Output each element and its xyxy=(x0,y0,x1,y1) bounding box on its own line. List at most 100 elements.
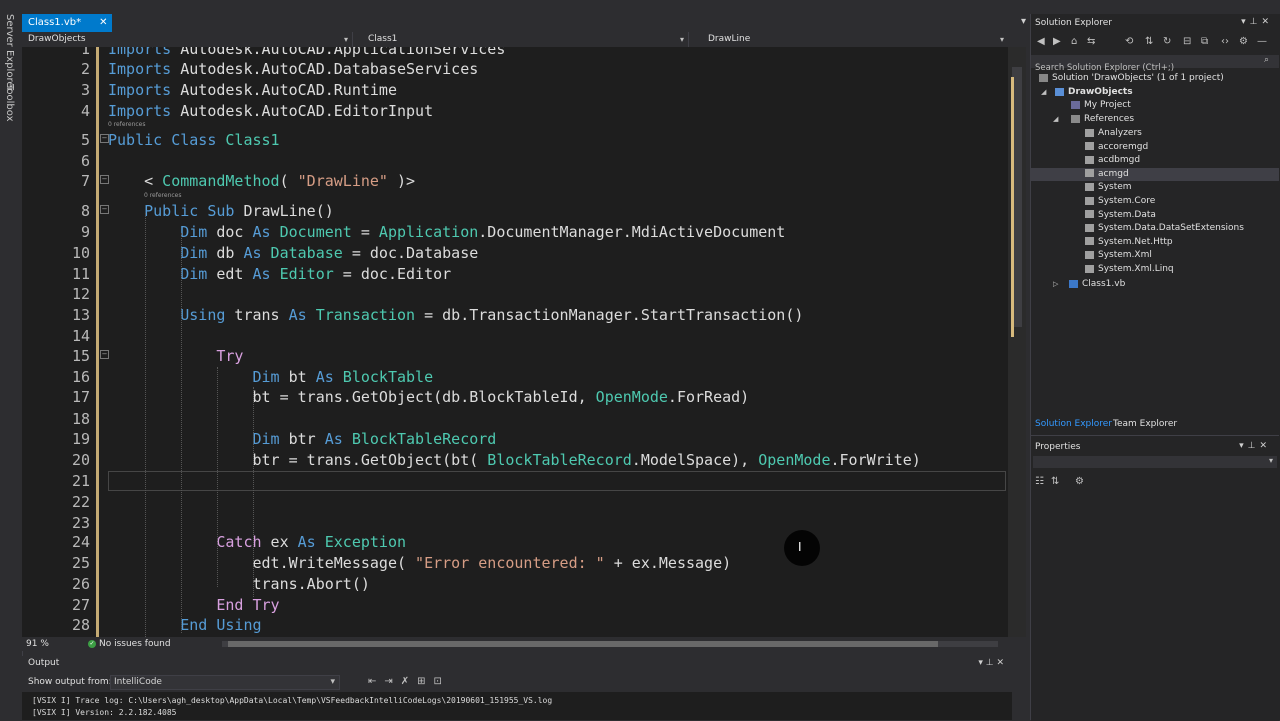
tree-item-references[interactable]: References xyxy=(1071,113,1134,126)
code-line[interactable]: Dim db As Database = doc.Database xyxy=(108,243,478,263)
tree-item-reference[interactable]: acdbmgd xyxy=(1085,154,1140,167)
refresh-icon[interactable]: ↻ xyxy=(1163,36,1171,47)
toolbox-tab[interactable]: Toolbox xyxy=(4,84,15,122)
tab-dropdown-icon[interactable]: ▾ xyxy=(1021,16,1026,27)
tree-item-my-project[interactable]: My Project xyxy=(1071,99,1131,112)
code-line[interactable]: btr = trans.GetObject(bt( BlockTableReco… xyxy=(108,450,920,470)
code-line[interactable]: Public Class Class1 xyxy=(108,130,280,150)
tree-item-label: Class1.vb xyxy=(1082,279,1126,289)
code-line[interactable]: < CommandMethod( "DrawLine" )> xyxy=(108,171,415,191)
code-line[interactable]: Imports Autodesk.AutoCAD.EditorInput xyxy=(108,101,433,121)
code-token: = doc.Database xyxy=(342,244,479,262)
line-number-gutter: 1 2 3 4 5 6 7 8 9 10 11 12 13 14 15 16 17 18 19 20 21 22 23 24 2… xyxy=(22,47,90,637)
tree-item-reference[interactable]: System.Xml.Linq xyxy=(1085,263,1174,276)
line-number: 2 xyxy=(80,60,90,78)
tab-team-explorer[interactable]: Team Explorer xyxy=(1113,419,1177,429)
history-icon[interactable]: ⟲ xyxy=(1125,36,1133,47)
codelens-references[interactable]: 0 references xyxy=(108,121,146,129)
fold-toggle-icon[interactable]: − xyxy=(100,350,109,359)
show-all-files-icon[interactable]: ⧉ xyxy=(1201,36,1208,47)
code-token: Class1 xyxy=(216,131,280,149)
zoom-level[interactable]: 91 % xyxy=(26,639,49,649)
horizontal-scrollbar[interactable] xyxy=(222,641,998,647)
member-dropdown[interactable]: DrawLine ▾ xyxy=(688,32,1008,47)
back-icon[interactable]: ◀ xyxy=(1037,36,1045,47)
properties-wrench-icon[interactable]: ⚙ xyxy=(1239,36,1248,47)
forward-icon[interactable]: ▶ xyxy=(1053,36,1061,47)
tree-item-label: System.Xml xyxy=(1098,250,1152,261)
tree-item-reference[interactable]: System.Net.Http xyxy=(1085,236,1173,249)
output-source-select[interactable]: IntelliCode ▾ xyxy=(110,675,340,690)
tree-item-reference[interactable]: System.Data.DataSetExtensions xyxy=(1085,222,1244,235)
code-line[interactable]: End Using xyxy=(108,615,261,635)
code-line[interactable]: Dim btr As BlockTableRecord xyxy=(108,429,496,449)
panel-controls[interactable]: ▾⊥✕ xyxy=(1239,441,1271,451)
output-toolbar[interactable]: ⇤⇥✗⊞⊡ xyxy=(368,676,450,687)
panel-controls[interactable]: ▾ ⊥ ✕ xyxy=(978,658,1004,668)
tree-item-reference[interactable]: System.Data xyxy=(1085,209,1156,222)
code-line[interactable]: Imports Autodesk.AutoCAD.DatabaseService… xyxy=(108,59,478,79)
tree-item-class-file[interactable]: Class1.vb xyxy=(1069,278,1125,291)
tab-class1-vb[interactable]: Class1.vb* ✕ xyxy=(22,14,112,32)
code-line[interactable]: bt = trans.GetObject(db.BlockTableId, Op… xyxy=(108,387,749,407)
tree-item-solution[interactable]: Solution 'DrawObjects' (1 of 1 project) xyxy=(1039,72,1224,85)
code-token: BlockTableRecord xyxy=(342,430,497,448)
issues-indicator[interactable]: ✓ No issues found xyxy=(88,639,171,649)
code-line[interactable]: Catch ex As Exception xyxy=(108,532,406,552)
code-line[interactable]: Dim bt As BlockTable xyxy=(108,367,433,387)
code-line[interactable]: End Try xyxy=(108,595,279,615)
code-line[interactable]: Using trans As Transaction = db.Transact… xyxy=(108,305,803,325)
tree-item-reference[interactable]: Analyzers xyxy=(1085,127,1142,140)
search-icon[interactable]: ⌕ xyxy=(1264,55,1269,65)
output-text-area[interactable]: [VSIX I] Trace log: C:\Users\agh_desktop… xyxy=(22,692,1012,720)
expand-arrow-icon[interactable]: ◢ xyxy=(1053,113,1058,126)
solution-search-box[interactable]: Search Solution Explorer (Ctrl+;) ⌕ xyxy=(1031,55,1279,73)
line-number: 12 xyxy=(71,285,90,303)
tree-node-icon xyxy=(1039,73,1048,82)
line-number: 10 xyxy=(71,244,90,262)
horizontal-scrollbar-thumb[interactable] xyxy=(228,641,938,647)
property-pages-icon[interactable]: ⚙ xyxy=(1075,476,1084,487)
close-icon[interactable]: ✕ xyxy=(99,14,107,32)
expand-arrow-icon[interactable]: ▷ xyxy=(1053,278,1058,291)
server-explorer-tab[interactable]: Server Explorer xyxy=(4,14,15,92)
editor-vertical-scrollbar[interactable] xyxy=(1008,47,1026,637)
minus-icon[interactable]: — xyxy=(1257,36,1267,47)
tree-item-reference[interactable]: System.Core xyxy=(1085,195,1155,208)
fold-toggle-icon[interactable]: − xyxy=(100,205,109,214)
code-line[interactable]: Imports Autodesk.AutoCAD.Runtime xyxy=(108,80,397,100)
code-line[interactable]: edt.WriteMessage( "Error encountered: " … xyxy=(108,553,731,573)
code-editor[interactable]: 1 2 3 4 5 6 7 8 9 10 11 12 13 14 15 16 17 18 19 20 21 22 23 24 2… xyxy=(22,47,1008,637)
code-line[interactable]: Imports Autodesk.AutoCAD.ApplicationServ… xyxy=(108,47,505,59)
collapse-all-icon[interactable]: ⊟ xyxy=(1183,36,1191,47)
tree-item-project[interactable]: DrawObjects xyxy=(1055,86,1133,99)
project-dropdown[interactable]: DrawObjects ▾ xyxy=(22,32,353,47)
tab-solution-explorer[interactable]: Solution Explorer xyxy=(1035,419,1112,429)
properties-object-select[interactable]: ▾ xyxy=(1033,456,1277,468)
panel-controls[interactable]: ▾⊥✕ xyxy=(1241,17,1273,27)
sync-icon[interactable]: ⇆ xyxy=(1087,36,1095,47)
pending-changes-icon[interactable]: ⇅ xyxy=(1145,36,1153,47)
fold-toggle-icon[interactable]: − xyxy=(100,134,109,143)
class-dropdown[interactable]: Class1 ▾ xyxy=(352,32,689,47)
tree-item-reference[interactable]: acmgd xyxy=(1085,168,1129,181)
alphabetical-icon[interactable]: ⇅ xyxy=(1051,476,1059,487)
tree-item-reference[interactable]: System xyxy=(1085,181,1132,194)
code-token: .ForRead) xyxy=(667,388,750,406)
chevron-down-icon: ▾ xyxy=(679,35,684,44)
code-line[interactable]: trans.Abort() xyxy=(108,574,369,594)
fold-toggle-icon[interactable]: − xyxy=(100,175,109,184)
code-line[interactable]: Dim doc As Document = Application.Docume… xyxy=(108,222,785,242)
view-code-icon[interactable]: ‹› xyxy=(1221,36,1229,47)
expand-arrow-icon[interactable]: ◢ xyxy=(1041,86,1046,99)
code-line[interactable]: Public Sub DrawLine() xyxy=(108,201,334,221)
tree-node-icon xyxy=(1085,128,1094,137)
code-line[interactable]: Dim edt As Editor = doc.Editor xyxy=(108,264,451,284)
tree-item-reference[interactable]: System.Xml xyxy=(1085,249,1152,262)
code-line[interactable]: Try xyxy=(108,346,243,366)
left-tool-strip: Server Explorer Toolbox xyxy=(0,0,23,720)
codelens-references[interactable]: 0 references xyxy=(144,192,182,200)
tree-item-reference[interactable]: accoremgd xyxy=(1085,141,1148,154)
home-icon[interactable]: ⌂ xyxy=(1071,36,1077,47)
categorized-icon[interactable]: ☷ xyxy=(1035,476,1044,487)
